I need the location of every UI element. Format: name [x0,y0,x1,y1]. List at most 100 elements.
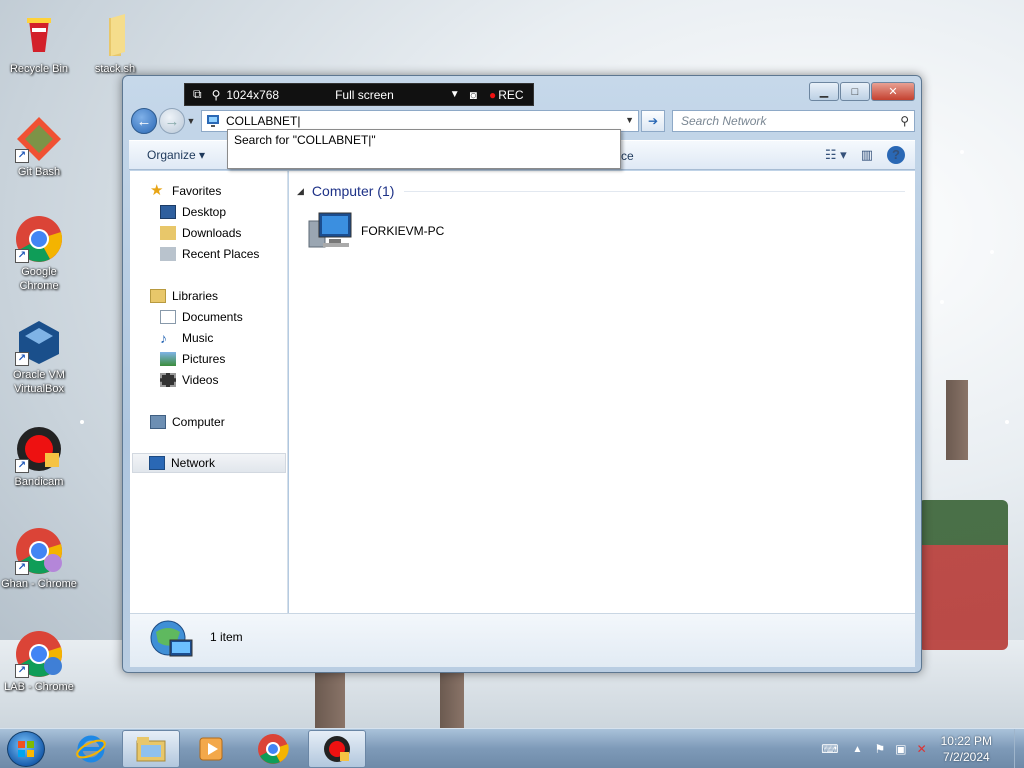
nav-label: Music [182,331,214,345]
show-hidden-icons-button[interactable]: ▲ [853,744,863,755]
nav-network[interactable]: Network [132,453,286,473]
clock-time: 10:22 PM [940,734,992,748]
help-icon[interactable]: ? [887,146,905,164]
desktop-icon-google-chrome[interactable]: ↗ Google Chrome [1,215,77,293]
nav-favorites[interactable]: ★ Favorites [150,181,221,201]
desktop-icon-virtualbox[interactable]: ↗ Oracle VM VirtualBox [1,318,77,396]
clock-date: 7/2/2024 [942,750,990,764]
nav-pictures[interactable]: Pictures [160,349,225,369]
computer-icon [150,415,166,429]
taskbar-google-chrome[interactable] [244,730,302,768]
command-bar-right: ☷ ▾ ▥ ? [811,146,905,164]
search-placeholder: Search Network [681,114,767,128]
nav-desktop[interactable]: Desktop [160,202,226,222]
shortcut-arrow-icon: ↗ [15,561,29,575]
star-icon: ★ [150,182,164,199]
wallpaper-sleigh [918,500,1008,650]
chrome-icon [258,734,289,764]
window-mode-icon[interactable]: ⧉ [193,87,202,102]
documents-icon [160,310,176,324]
chevron-down-icon[interactable]: ▼ [450,89,460,100]
clock[interactable]: 10:22 PM 7/2/2024 [941,733,992,765]
wallpaper-tree [946,380,968,460]
show-desktop-button[interactable] [1014,729,1024,768]
chrome-profile-icon: ↗ [15,527,63,575]
address-input[interactable]: COLLABNET| [226,114,300,128]
details-pane: 1 item [130,613,915,667]
shortcut-arrow-icon: ↗ [15,352,29,366]
taskbar: ⌨ ▲ ⚑ ▣ ✕ 10:22 PM 7/2/2024 [0,728,1024,768]
record-dot-icon: ● [488,87,497,102]
desktop-icon-stack-sh[interactable]: stack.sh [77,12,153,76]
desktop-icon-lab-chrome[interactable]: ↗ LAB - Chrome [1,630,77,694]
rec-button[interactable]: REC [498,88,523,102]
network-status-icon[interactable]: ▣ [895,742,906,756]
network-globe-icon [150,620,193,657]
address-suggestion-dropdown[interactable]: Search for "COLLABNET|" [227,129,621,169]
nav-downloads[interactable]: Downloads [160,223,241,243]
downloads-folder-icon [160,226,176,240]
organize-button[interactable]: Organize ▾ [147,148,205,162]
nav-libraries[interactable]: Libraries [150,286,218,306]
command-bar-obscured-text: ce [621,149,634,163]
nav-music[interactable]: ♪ Music [160,328,213,348]
bandicam-icon: ↗ [15,425,63,473]
preview-pane-icon[interactable]: ▥ [861,147,873,163]
group-header-label: Computer (1) [311,183,395,199]
close-button[interactable]: ✕ [871,82,915,101]
back-button[interactable]: ← [131,108,157,134]
suggestion-item[interactable]: Search for "COLLABNET|" [234,133,376,147]
desktop-icon-git-bash[interactable]: ↗ Git Bash [1,115,77,179]
recorder-resolution: 1024x768 [226,87,280,102]
taskbar-file-explorer[interactable] [122,730,180,768]
change-view-button[interactable]: ☷ ▾ [825,147,847,163]
desktop-icon-recycle-bin[interactable]: Recycle Bin [1,12,77,76]
start-button[interactable] [7,731,45,767]
shortcut-arrow-icon: ↗ [15,249,29,263]
recorder-mode[interactable]: Full screen [335,88,394,102]
nav-label: Documents [182,310,243,324]
keyboard-icon[interactable]: ⌨ [821,742,838,756]
camera-icon[interactable]: ◙ [470,88,477,102]
maximize-button[interactable]: □ [840,82,870,101]
group-divider [404,190,905,192]
nav-documents[interactable]: Documents [160,307,243,327]
nav-label: Network [171,456,216,470]
nav-recent-places[interactable]: Recent Places [160,244,259,264]
search-icon[interactable]: ⚲ [900,114,909,128]
list-item[interactable]: FORKIEVM-PC [307,211,444,251]
nav-label: Videos [182,373,219,387]
recycle-bin-icon [15,12,63,60]
zoom-icon[interactable]: ⚲ [212,88,221,102]
action-center-flag-icon[interactable]: ⚑ [874,742,885,756]
explorer-window: ▁ □ ✕ ← → ▼ COLLABNET| ▼ ➔ Search Networ… [122,75,922,673]
desktop-icon-label: Recycle Bin [9,63,69,75]
desktop-icon-ghan-chrome[interactable]: ↗ Ghan - Chrome [1,527,77,591]
collapse-triangle-icon[interactable]: ◢ [297,186,304,197]
shortcut-arrow-icon: ↗ [15,664,29,678]
system-tray: ⌨ ▲ ⚑ ▣ ✕ 10:22 PM 7/2/2024 [821,729,1024,768]
forward-button[interactable]: → [159,108,185,134]
address-dropdown-icon[interactable]: ▼ [625,115,634,125]
wallpaper-tree [315,672,345,728]
go-button[interactable]: ➔ [641,110,665,132]
minimize-button[interactable]: ▁ [809,82,839,101]
network-icon [149,456,165,470]
taskbar-bandicam[interactable] [308,730,366,768]
volume-muted-icon[interactable]: ✕ [917,742,927,756]
desktop-icon-bandicam[interactable]: ↗ Bandicam [1,425,77,489]
nav-videos[interactable]: Videos [160,370,218,390]
desktop-icon-label: Oracle VM VirtualBox [13,369,65,395]
nav-label: Downloads [182,226,242,240]
search-input[interactable]: Search Network ⚲ [672,110,915,132]
shortcut-arrow-icon: ↗ [15,149,29,163]
group-header-computer[interactable]: ◢ Computer (1) [297,181,905,201]
shortcut-arrow-icon: ↗ [15,459,29,473]
wallpaper-tree [440,672,464,728]
chrome-icon: ↗ [15,215,63,263]
recent-pages-dropdown[interactable]: ▼ [185,116,197,126]
taskbar-media-player[interactable] [182,730,240,768]
nav-computer[interactable]: Computer [150,412,225,432]
libraries-icon [150,289,166,303]
taskbar-internet-explorer[interactable] [62,730,120,768]
